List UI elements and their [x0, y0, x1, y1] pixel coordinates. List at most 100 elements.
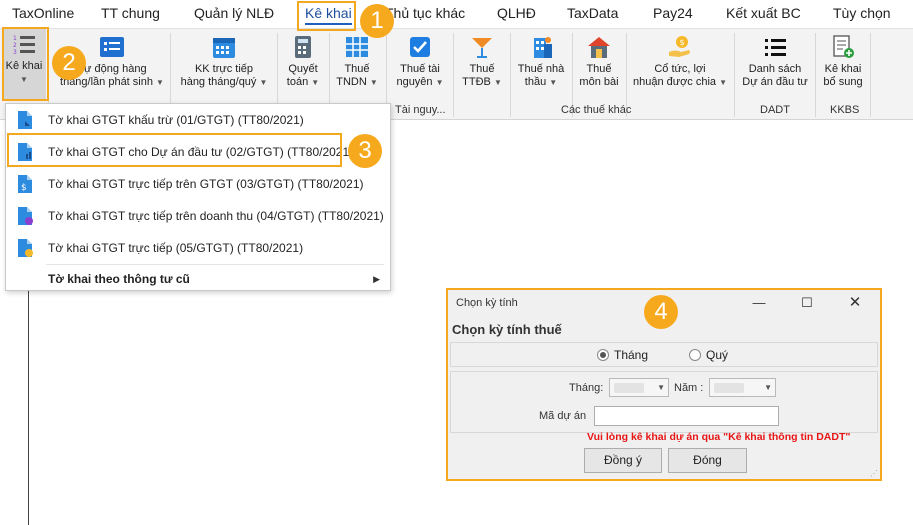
calculator-icon	[295, 36, 311, 58]
thue-tndn-button[interactable]: Thuế TNDN ▼	[334, 32, 380, 100]
ribbon-separator	[734, 33, 735, 117]
radio-thang[interactable]: Tháng	[597, 348, 648, 362]
thue-tai-nguyen-label-2: nguyên ▼	[396, 76, 444, 88]
thue-nha-thau-label-1: Thuế nhà	[517, 63, 565, 75]
thue-tai-nguyen-button[interactable]: Thuế tài nguyên ▼	[391, 32, 449, 100]
highlight-menu-item-02	[7, 133, 342, 167]
label-thang: Tháng:	[569, 382, 604, 394]
tab-tt-chung[interactable]: TT chung	[101, 0, 160, 28]
danh-sach-label-2: Dự án đầu tư	[742, 76, 808, 88]
thue-tndn-label-2: TNDN ▼	[336, 76, 378, 88]
thue-mon-bai-label-2: môn bài	[579, 76, 619, 88]
ke-khai-bo-sung-button[interactable]: Kê khai bổ sung	[820, 32, 866, 100]
building-icon	[534, 37, 552, 58]
grid-icon	[346, 37, 368, 57]
tab-thu-tuc-khac[interactable]: Thủ tục khác	[385, 0, 465, 28]
thue-ttdb-label-2: TTĐB ▼	[462, 76, 502, 88]
cocktail-icon	[472, 38, 492, 58]
document-dollar-icon: $	[18, 175, 32, 193]
callout-badge-4: 4	[644, 295, 678, 329]
radio-quy-label: Quý	[706, 348, 729, 362]
group-label-tai-nguyen: Tài nguy...	[395, 104, 446, 116]
period-fields-group: Tháng: ▼ Năm : ▼ Mã dự án	[450, 371, 878, 433]
period-type-group: Tháng Quý	[450, 342, 878, 367]
resize-grip-icon[interactable]: ⋰	[870, 469, 878, 478]
list-bullets-icon	[765, 39, 786, 56]
kk-truc-tiep-button[interactable]: KK trực tiếp hàng tháng/quý ▼	[176, 32, 272, 100]
document-arrow-icon	[18, 111, 32, 129]
thue-nha-thau-button[interactable]: Thuế nhà thầu ▼	[515, 32, 567, 100]
tab-pay24[interactable]: Pay24	[653, 0, 693, 28]
tab-taxonline[interactable]: TaxOnline	[12, 0, 74, 28]
thue-mon-bai-label-1: Thuế	[586, 63, 612, 75]
minimize-icon[interactable]: —	[744, 292, 774, 314]
callout-badge-3: 3	[348, 134, 382, 168]
menu-item-05-gtgt[interactable]: Tờ khai GTGT trực tiếp (05/GTGT) (TT80/2…	[6, 234, 390, 262]
thang-select[interactable]: ▼	[609, 378, 669, 397]
house-icon	[588, 37, 610, 58]
menu-item-label: Tờ khai GTGT trực tiếp (05/GTGT) (TT80/2…	[48, 241, 304, 255]
calendar-icon	[213, 38, 235, 58]
radio-quy[interactable]: Quý	[689, 348, 728, 362]
thue-ttdb-label-2-text: TTĐB	[462, 76, 491, 88]
nam-select[interactable]: ▼	[709, 378, 776, 397]
thue-tai-nguyen-label-2-text: nguyên	[396, 76, 433, 88]
ribbon-separator	[510, 33, 511, 117]
coin-hand-icon: $	[669, 36, 690, 57]
ke-khai-bs-label-2: bổ sung	[823, 76, 863, 88]
menu-bar: TaxOnline TT chung Quản lý NLĐ Kê khai T…	[0, 0, 913, 28]
menu-item-label: Tờ khai GTGT khấu trừ (01/GTGT) (TT80/20…	[48, 113, 304, 127]
quyet-toan-button[interactable]: Quyết toán ▼	[282, 32, 324, 100]
menu-item-04-gtgt[interactable]: Tờ khai GTGT trực tiếp trên doanh thu (0…	[6, 202, 390, 230]
document-add-icon	[833, 35, 854, 58]
thue-ttdb-button[interactable]: Thuế TTĐB ▼	[458, 32, 506, 100]
warning-text: Vui lòng kê khai dự án qua "Kê khai thôn…	[587, 431, 851, 443]
highlight-ke-khai-button	[2, 27, 49, 101]
ma-du-an-input[interactable]	[594, 406, 779, 426]
chon-ky-tinh-dialog: Chọn kỳ tính — ☐ ✕ 4 Chọn kỳ tính thuế T…	[446, 288, 882, 481]
co-tuc-button[interactable]: $ Cổ tức, lợi nhuận được chia ▼	[632, 32, 728, 100]
co-tuc-label-2-text: nhuận được chia	[632, 76, 717, 88]
svg-text:$: $	[21, 183, 27, 193]
document-pie-icon	[18, 207, 33, 225]
co-tuc-label-1: Cổ tức, lợi	[654, 63, 706, 75]
tab-taxdata[interactable]: TaxData	[567, 0, 618, 28]
kk-truc-tiep-label-1: KK trực tiếp	[194, 63, 254, 75]
tab-qlhd[interactable]: QLHĐ	[497, 0, 536, 28]
checklist-icon	[100, 37, 124, 57]
menu-item-01-gtgt[interactable]: Tờ khai GTGT khấu trừ (01/GTGT) (TT80/20…	[6, 106, 390, 134]
menu-item-thong-tu-cu[interactable]: Tờ khai theo thông tư cũ ▶	[6, 265, 390, 293]
tab-quan-ly-nld[interactable]: Quản lý NLĐ	[194, 0, 274, 28]
label-nam: Năm :	[674, 382, 704, 394]
danh-sach-du-an-button[interactable]: Danh sách Dự án đầu tư	[739, 32, 811, 100]
radio-selected-icon	[597, 349, 609, 361]
radio-thang-label: Tháng	[614, 348, 649, 362]
maximize-icon[interactable]: ☐	[792, 292, 822, 314]
thue-tai-nguyen-label-1: Thuế tài	[400, 63, 440, 75]
thue-mon-bai-button[interactable]: Thuế môn bài	[577, 32, 621, 100]
quyet-toan-label-2: toán ▼	[286, 76, 320, 88]
thue-nha-thau-label-2-text: thầu	[524, 76, 547, 88]
close-icon[interactable]: ✕	[840, 292, 870, 314]
ke-khai-bs-label-1: Kê khai	[824, 63, 862, 75]
co-tuc-label-2: nhuận được chia ▼	[632, 76, 728, 88]
kk-truc-tiep-label-2-text: hàng tháng/quý	[180, 76, 257, 88]
ribbon-separator	[453, 33, 454, 117]
callout-badge-1: 1	[360, 4, 394, 38]
chevron-down-icon: ▼	[764, 383, 772, 392]
tab-tuy-chon[interactable]: Tùy chọn	[833, 0, 891, 28]
thue-tndn-label-2-text: TNDN	[336, 76, 367, 88]
checkbox-icon	[410, 37, 430, 57]
ribbon-separator	[815, 33, 816, 117]
menu-item-03-gtgt[interactable]: $ Tờ khai GTGT trực tiếp trên GTGT (03/G…	[6, 170, 390, 198]
dialog-heading: Chọn kỳ tính thuế	[452, 322, 562, 337]
thue-ttdb-label-1: Thuế	[469, 63, 495, 75]
dong-y-button[interactable]: Đồng ý	[584, 448, 662, 473]
tab-ket-xuat-bc[interactable]: Kết xuất BC	[726, 0, 801, 28]
submenu-label: Tờ khai theo thông tư cũ	[48, 272, 190, 286]
dong-button[interactable]: Đóng	[668, 448, 747, 473]
chevron-right-icon: ▶	[373, 273, 380, 284]
thue-tndn-label-1: Thuế	[344, 63, 370, 75]
svg-text:$: $	[680, 38, 685, 47]
radio-empty-icon	[689, 349, 701, 361]
